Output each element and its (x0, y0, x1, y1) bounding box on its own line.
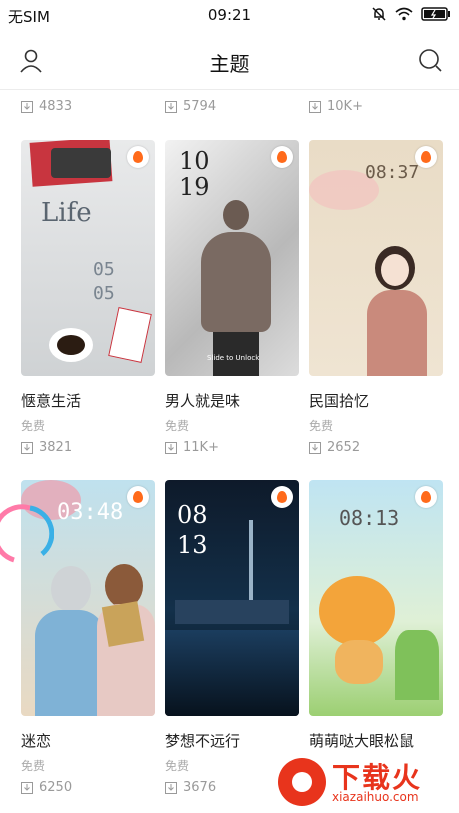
download-count: 3821 (21, 440, 72, 455)
download-icon (165, 100, 177, 113)
camera-decor (51, 148, 111, 178)
watermark: 下载火 xiazaihuo.com (270, 752, 459, 813)
theme-preview[interactable]: 08 13 (165, 480, 299, 716)
theme-name[interactable]: 民国拾忆 (309, 390, 369, 411)
unlock-hint: Slide to Unlock (207, 354, 260, 362)
preview-text: Life (41, 198, 92, 228)
theme-name[interactable]: 男人就是味 (165, 390, 240, 411)
download-icon (309, 441, 321, 454)
download-icon (21, 441, 33, 454)
download-icon (165, 441, 177, 454)
book (101, 601, 145, 647)
flame-badge-icon (271, 486, 293, 508)
download-count: 11K+ (165, 440, 219, 455)
theme-price: 免费 (165, 419, 190, 433)
card-decor (108, 307, 152, 363)
loading-spinner-icon (0, 504, 54, 563)
preview-clock: 08:37 (365, 162, 420, 183)
squirrel-head (319, 576, 395, 646)
download-icon (309, 100, 321, 113)
man-head (223, 200, 249, 230)
theme-preview[interactable]: 10 19 Slide to Unlock (165, 140, 299, 376)
download-count: 3676 (165, 780, 216, 795)
squirrel-body (335, 640, 383, 684)
theme-name[interactable]: 惬意生活 (21, 390, 81, 411)
download-count: 2652 (309, 440, 360, 455)
preview-clock: 03:48 (57, 500, 124, 525)
theme-name[interactable]: 梦想不远行 (165, 730, 240, 751)
girl-face (381, 254, 409, 286)
theme-card[interactable]: 08:13 萌萌哒大眼松鼠 (309, 480, 443, 750)
download-icon (165, 781, 177, 794)
download-count: 4833 (21, 99, 72, 114)
theme-preview[interactable]: 08:37 (309, 140, 443, 376)
mute-bell-icon (372, 7, 386, 21)
download-icon (21, 781, 33, 794)
skyline (175, 600, 289, 624)
download-count: 6250 (21, 780, 72, 795)
grass (395, 630, 439, 700)
download-icon (21, 100, 33, 113)
top-bar: 主题 (0, 30, 459, 90)
preview-clock: 08:13 (339, 506, 400, 530)
girl-dress (367, 290, 427, 376)
watermark-url: xiazaihuo.com (332, 790, 419, 804)
coffee (57, 335, 85, 355)
flame-badge-icon (415, 146, 437, 168)
download-count: 10K+ (309, 99, 363, 114)
wifi-icon (395, 7, 413, 21)
theme-preview[interactable]: Life 05 05 (21, 140, 155, 376)
theme-preview[interactable]: 08:13 (309, 480, 443, 716)
flame-badge-icon (127, 146, 149, 168)
theme-price: 免费 (165, 759, 190, 773)
theme-price: 免费 (21, 759, 46, 773)
flame-badge-icon (127, 486, 149, 508)
flame-badge-icon (415, 486, 437, 508)
boy-shirt (35, 610, 105, 716)
download-count: 5794 (165, 99, 216, 114)
water (165, 630, 299, 716)
battery-icon (421, 7, 450, 21)
boy-hair (51, 566, 91, 612)
theme-card[interactable]: 08:37 民国拾忆 免费 2652 (309, 140, 443, 470)
theme-name[interactable]: 萌萌哒大眼松鼠 (309, 730, 414, 751)
theme-price: 免费 (21, 419, 46, 433)
status-bar: 无SIM 09:21 (0, 0, 459, 30)
preview-clock: 08 13 (177, 501, 208, 559)
theme-card[interactable]: Life 05 05 惬意生活 免费 3821 (21, 140, 155, 470)
flame-badge-icon (271, 146, 293, 168)
page-title: 主题 (209, 52, 250, 76)
preview-clock: 05 05 (93, 259, 115, 304)
preview-clock: 10 19 (179, 147, 210, 201)
theme-price: 免费 (309, 419, 334, 433)
flame-logo-icon (278, 758, 326, 806)
theme-name[interactable]: 迷恋 (21, 730, 51, 751)
status-icons (371, 6, 451, 22)
man-body (201, 232, 271, 332)
theme-card[interactable]: 10 19 Slide to Unlock 男人就是味 免费 11K+ (165, 140, 299, 470)
search-icon[interactable] (417, 47, 443, 73)
